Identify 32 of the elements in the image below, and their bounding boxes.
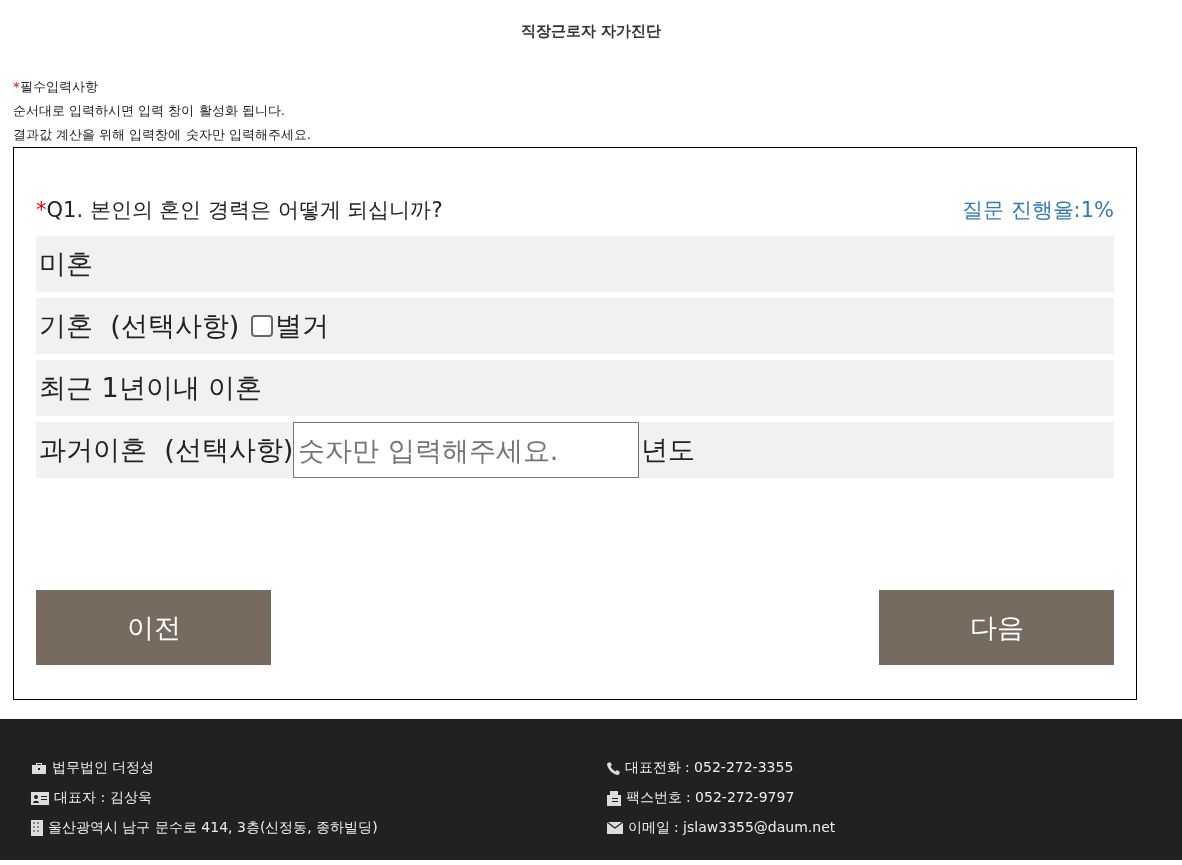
option-label: 과거이혼 (선택사항) bbox=[39, 433, 294, 467]
id-card-icon bbox=[31, 791, 49, 805]
footer-text: 이메일 : jslaw3355@daum.net bbox=[627, 819, 836, 837]
fax-icon bbox=[606, 790, 621, 806]
checkbox-label: 별거 bbox=[275, 309, 330, 343]
required-mark: * bbox=[13, 79, 20, 94]
question-text: Q1. 본인의 혼인 경력은 어떻게 되십니까? bbox=[46, 198, 443, 222]
previous-button[interactable]: 이전 bbox=[36, 590, 271, 665]
instruction-text: 결과값 계산을 위해 입력창에 숫자만 입력해주세요. bbox=[13, 126, 312, 144]
footer-text: 팩스번호 : 052-272-9797 bbox=[625, 789, 795, 807]
answer-option[interactable]: 과거이혼 (선택사항) 숫자만 입력해주세요. 년도 bbox=[36, 422, 1114, 478]
suffix-text: 년도 bbox=[641, 433, 696, 467]
answer-option[interactable]: 미혼 bbox=[36, 236, 1114, 292]
progress-text: 질문 진행율:1% bbox=[961, 197, 1114, 224]
answer-option[interactable]: 최근 1년이내 이혼 bbox=[36, 360, 1114, 416]
mail-icon bbox=[606, 822, 623, 834]
page-title: 직장근로자 자가진단 bbox=[519, 21, 663, 41]
option-label: 기혼 (선택사항) bbox=[39, 309, 240, 343]
required-label: 필수입력사항 bbox=[19, 79, 98, 94]
year-input-field[interactable]: 숫자만 입력해주세요. bbox=[293, 422, 640, 478]
instruction-text: 순서대로 입력하시면 입력 창이 활성화 됩니다. bbox=[13, 102, 286, 120]
answer-option[interactable]: 기혼 (선택사항) 별거 bbox=[36, 298, 1114, 354]
next-button[interactable]: 다음 bbox=[879, 590, 1114, 665]
footer-text: 대표자 : 김상욱 bbox=[54, 789, 152, 807]
briefcase-icon bbox=[31, 761, 47, 775]
footer-text: 울산광역시 남구 문수로 414, 3층(신정동, 종하빌딩) bbox=[48, 819, 378, 837]
required-mark: * bbox=[36, 198, 47, 222]
building-icon bbox=[31, 820, 43, 836]
phone-icon bbox=[606, 761, 620, 775]
footer-text: 대표전화 : 052-272-3355 bbox=[624, 759, 794, 777]
checkbox[interactable] bbox=[251, 315, 274, 337]
footer-text: 법무법인 더정성 bbox=[52, 759, 155, 777]
